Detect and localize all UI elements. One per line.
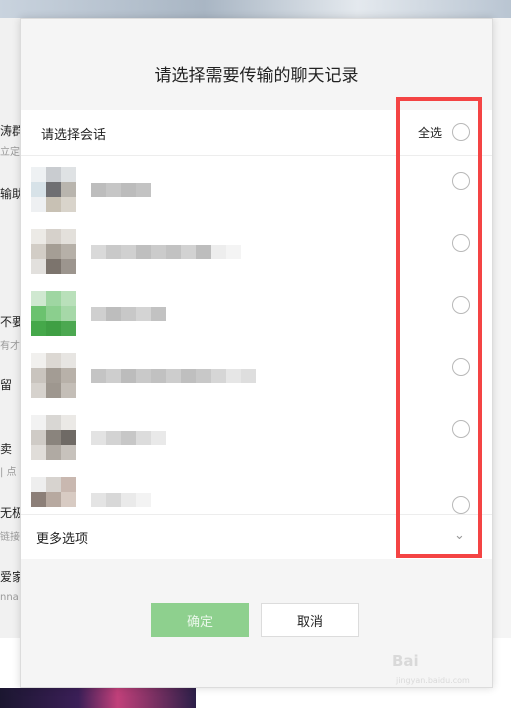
bg-chat-name: 无极: [0, 506, 22, 520]
select-all-radio[interactable]: [452, 123, 470, 141]
chevron-down-icon[interactable]: ⌄: [454, 528, 465, 543]
bg-chat-preview: 有才: [0, 341, 20, 352]
baidu-watermark-url: jingyan.baidu.com: [396, 676, 470, 685]
bg-chat-preview: | 点: [0, 467, 17, 478]
bg-chat-name: 涛群: [0, 124, 22, 138]
conversation-radio[interactable]: [452, 234, 470, 252]
conversation-item[interactable]: [21, 218, 492, 280]
conversation-radio[interactable]: [452, 172, 470, 190]
bg-chat-preview: 立定: [0, 147, 20, 158]
conversation-radio[interactable]: [452, 358, 470, 376]
conversation-radio[interactable]: [452, 496, 470, 514]
conversation-radio[interactable]: [452, 420, 470, 438]
more-options-row[interactable]: 更多选项 ⌄: [21, 514, 492, 559]
confirm-button[interactable]: 确定: [151, 603, 249, 637]
bg-chat-name: 输助: [0, 187, 22, 201]
avatar: [31, 291, 76, 336]
select-all-label[interactable]: 全选: [418, 124, 442, 141]
background-panel: [491, 18, 511, 638]
conversation-item[interactable]: [21, 466, 492, 514]
conversation-radio[interactable]: [452, 296, 470, 314]
more-options-label: 更多选项: [36, 532, 89, 547]
contact-name-blurred: [91, 492, 151, 507]
background-image-strip: [0, 688, 196, 708]
bg-chat-preview: 链接: [0, 532, 20, 543]
contact-name-blurred: [91, 306, 166, 321]
bg-chat-name: 不要: [0, 315, 22, 329]
bg-chat-name: 留: [0, 378, 13, 392]
bg-chat-name: 卖: [0, 442, 13, 456]
bg-chat-preview: nna: [0, 592, 19, 603]
conversation-item[interactable]: [21, 342, 492, 404]
dialog-title: 请选择需要传输的聊天记录: [154, 66, 359, 86]
window-titlebar: [0, 0, 511, 18]
select-all-row: 请选择会话 全选: [21, 110, 492, 156]
baidu-watermark: Bai: [392, 652, 419, 670]
select-conversation-label: 请选择会话: [41, 128, 107, 143]
contact-name-blurred: [91, 368, 256, 383]
conversation-item[interactable]: [21, 404, 492, 466]
bg-chat-name: 爱家: [0, 570, 22, 584]
avatar: [31, 167, 76, 212]
cancel-button[interactable]: 取消: [261, 603, 359, 637]
avatar: [31, 353, 76, 398]
conversation-item[interactable]: [21, 280, 492, 342]
conversation-panel: 请选择会话 全选 更多选项 ⌄: [21, 110, 492, 559]
avatar: [31, 415, 76, 460]
contact-name-blurred: [91, 244, 241, 259]
conversation-item[interactable]: [21, 156, 492, 218]
avatar: [31, 477, 76, 514]
contact-name-blurred: [91, 430, 166, 445]
avatar: [31, 229, 76, 274]
contact-name-blurred: [91, 182, 151, 197]
transfer-chat-dialog: 请选择需要传输的聊天记录 请选择会话 全选 更多选项 ⌄ 确定 取消: [20, 18, 493, 688]
